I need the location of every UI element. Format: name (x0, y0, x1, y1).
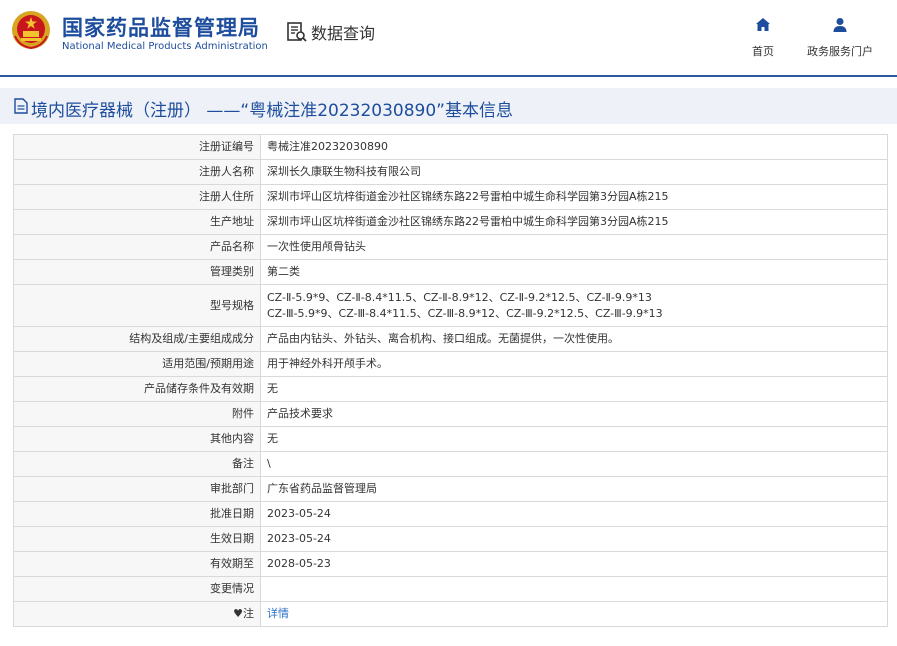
table-row: 产品储存条件及有效期 无 (13, 376, 888, 402)
table-row: 管理类别 第二类 (13, 259, 888, 285)
field-label: 变更情况 (13, 576, 261, 602)
field-label: 型号规格 (13, 284, 261, 327)
field-label: 批准日期 (13, 501, 261, 527)
field-label: 其他内容 (13, 426, 261, 452)
agency-name-en: National Medical Products Administration (62, 41, 268, 52)
table-row: 注册证编号 粤械注准20232030890 (13, 134, 888, 160)
field-value: 2023-05-24 (260, 526, 888, 552)
field-label: 适用范围/预期用途 (13, 351, 261, 377)
document-icon (14, 98, 28, 114)
table-row: 结构及组成/主要组成成分 产品由内钻头、外钻头、离合机构、接口组成。无菌提供，一… (13, 326, 888, 352)
national-emblem-icon (12, 11, 50, 50)
field-label: 审批部门 (13, 476, 261, 502)
field-label: 注册人住所 (13, 184, 261, 210)
field-value: 一次性使用颅骨钻头 (260, 234, 888, 260)
field-value: 产品技术要求 (260, 401, 888, 427)
record-title-bar: 境内医疗器械（注册） ——“粤械注准20232030890”基本信息 (0, 88, 897, 124)
field-value: 2028-05-23 (260, 551, 888, 577)
site-header: 国家药品监督管理局 National Medical Products Admi… (0, 0, 897, 77)
field-value: 详情 (260, 601, 888, 627)
field-label: 附件 (13, 401, 261, 427)
field-label: 生产地址 (13, 209, 261, 235)
table-row: 型号规格 CZ-Ⅱ-5.9*9、CZ-Ⅱ-8.4*11.5、CZ-Ⅱ-8.9*1… (13, 284, 888, 327)
field-value (260, 576, 888, 602)
table-row: 其他内容 无 (13, 426, 888, 452)
field-value: 深圳市坪山区坑梓街道金沙社区锦绣东路22号雷柏中城生命科学园第3分园A栋215 (260, 184, 888, 210)
field-value: 用于神经外科开颅手术。 (260, 351, 888, 377)
field-value: 广东省药品监督管理局 (260, 476, 888, 502)
field-label: 生效日期 (13, 526, 261, 552)
device-info-table: 注册证编号 粤械注准20232030890 注册人名称 深圳长久康联生物科技有限… (13, 134, 888, 627)
field-label: 产品名称 (13, 234, 261, 260)
details-link[interactable]: 详情 (267, 607, 289, 620)
field-value: 无 (260, 426, 888, 452)
field-value: 粤械注准20232030890 (260, 134, 888, 160)
field-value: 产品由内钻头、外钻头、离合机构、接口组成。无菌提供，一次性使用。 (260, 326, 888, 352)
table-row: 备注 \ (13, 451, 888, 477)
data-query-icon (287, 22, 307, 42)
table-row: 批准日期 2023-05-24 (13, 501, 888, 527)
data-query-label: 数据查询 (311, 24, 376, 43)
nav-service-portal-label: 政务服务门户 (807, 45, 873, 58)
field-value: CZ-Ⅱ-5.9*9、CZ-Ⅱ-8.4*11.5、CZ-Ⅱ-8.9*12、CZ-… (260, 284, 888, 327)
table-row: 产品名称 一次性使用颅骨钻头 (13, 234, 888, 260)
field-label: 管理类别 (13, 259, 261, 285)
agency-name-cn: 国家药品监督管理局 (62, 16, 260, 40)
table-row: 生产地址 深圳市坪山区坑梓街道金沙社区锦绣东路22号雷柏中城生命科学园第3分园A… (13, 209, 888, 235)
table-row: 变更情况 (13, 576, 888, 602)
table-row: 注册人住所 深圳市坪山区坑梓街道金沙社区锦绣东路22号雷柏中城生命科学园第3分园… (13, 184, 888, 210)
field-value: 无 (260, 376, 888, 402)
field-label: 产品储存条件及有效期 (13, 376, 261, 402)
data-query-link[interactable]: 数据查询 (286, 20, 375, 44)
nav-home-label: 首页 (752, 45, 774, 58)
field-label: ♥注 (13, 601, 261, 627)
table-row: 附件 产品技术要求 (13, 401, 888, 427)
table-row: 生效日期 2023-05-24 (13, 526, 888, 552)
table-row: 注册人名称 深圳长久康联生物科技有限公司 (13, 159, 888, 185)
field-value: 深圳市坪山区坑梓街道金沙社区锦绣东路22号雷柏中城生命科学园第3分园A栋215 (260, 209, 888, 235)
home-icon (756, 18, 770, 31)
table-row: ♥注 详情 (13, 601, 888, 627)
nav-service-portal[interactable]: 政务服务门户 (803, 16, 877, 59)
record-title: 境内医疗器械（注册） ——“粤械注准20232030890”基本信息 (31, 101, 513, 121)
field-value: \ (260, 451, 888, 477)
field-label: 有效期至 (13, 551, 261, 577)
field-value: 第二类 (260, 259, 888, 285)
field-value: 2023-05-24 (260, 501, 888, 527)
user-icon (833, 18, 847, 32)
table-row: 适用范围/预期用途 用于神经外科开颅手术。 (13, 351, 888, 377)
field-label: 备注 (13, 451, 261, 477)
field-label: 注册证编号 (13, 134, 261, 160)
field-label: 注册人名称 (13, 159, 261, 185)
field-value: 深圳长久康联生物科技有限公司 (260, 159, 888, 185)
model-spec-line: CZ-Ⅱ-5.9*9、CZ-Ⅱ-8.4*11.5、CZ-Ⅱ-8.9*12、CZ-… (267, 290, 652, 304)
table-row: 有效期至 2028-05-23 (13, 551, 888, 577)
model-spec-line: CZ-Ⅲ-5.9*9、CZ-Ⅲ-8.4*11.5、CZ-Ⅲ-8.9*12、CZ-… (267, 306, 663, 320)
field-label: 结构及组成/主要组成成分 (13, 326, 261, 352)
nav-home[interactable]: 首页 (749, 16, 777, 59)
table-row: 审批部门 广东省药品监督管理局 (13, 476, 888, 502)
